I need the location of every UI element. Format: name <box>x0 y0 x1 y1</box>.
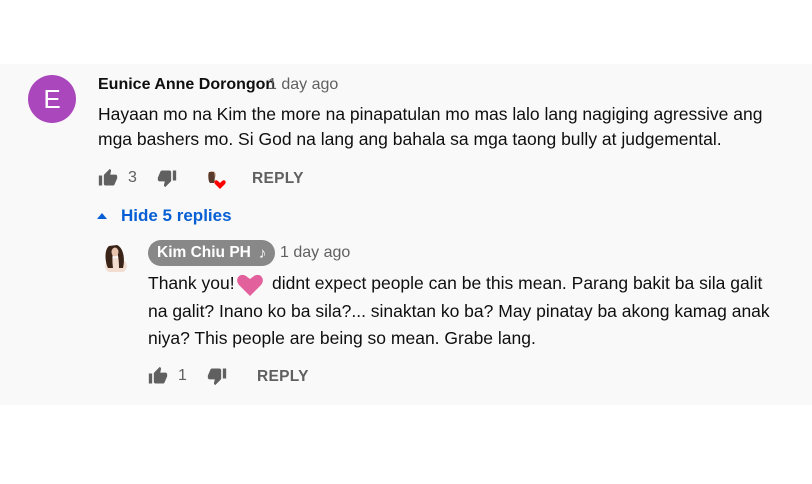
avatar-letter: E <box>43 83 61 114</box>
commenter-avatar[interactable]: E <box>28 75 76 123</box>
thumb-up-icon[interactable] <box>148 366 168 386</box>
comment-text-line-2: mga bashers mo. Si God na lang ang bahal… <box>98 129 722 149</box>
comment-reply-button[interactable]: REPLY <box>252 170 304 188</box>
creator-heart-icon[interactable] <box>204 169 228 193</box>
creator-badge[interactable]: Kim Chiu PH ♪ <box>148 240 276 266</box>
pink-heart-emoji <box>237 274 263 296</box>
thumb-down-icon[interactable] <box>207 366 227 386</box>
reply-text-line-1-a: Thank you! <box>148 273 235 293</box>
reply-author: Kim Chiu PH <box>157 244 251 261</box>
thumb-up-icon[interactable] <box>98 168 118 188</box>
reply-like-count: 1 <box>178 367 187 384</box>
hide-replies-toggle[interactable]: Hide 5 replies <box>97 205 232 227</box>
comment-time[interactable]: 1 day ago <box>268 76 338 94</box>
music-note-icon: ♪ <box>258 244 267 262</box>
caret-up-icon <box>97 213 107 219</box>
reply-reply-button[interactable]: REPLY <box>257 368 309 386</box>
reply-author-avatar[interactable] <box>100 242 128 272</box>
hide-replies-label: Hide 5 replies <box>121 206 232 225</box>
reply-text-line-3: niya? This people are being so mean. Gra… <box>148 328 536 348</box>
reply-time[interactable]: 1 day ago <box>280 244 350 262</box>
comment-author[interactable]: Eunice Anne Dorongon <box>98 76 275 94</box>
reply-text-line-2: na galit? Inano ko ba sila?... sinaktan … <box>148 301 770 321</box>
reply-text-line-1-b: didnt expect people can be this mean. Pa… <box>272 273 763 293</box>
thumb-down-icon[interactable] <box>157 168 177 188</box>
comment-like-count: 3 <box>128 169 137 186</box>
comment-text-line-1: Hayaan mo na Kim the more na pinapatulan… <box>98 104 763 124</box>
